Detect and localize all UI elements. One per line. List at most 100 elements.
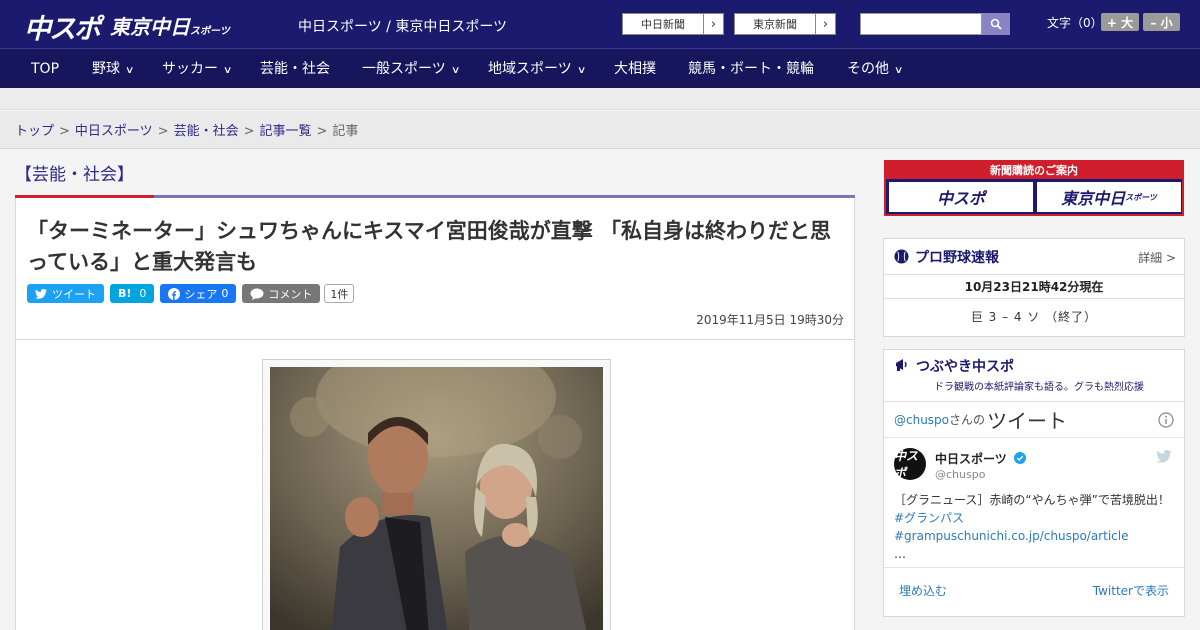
tokyo-subscribe-small-text: スポーツ — [1125, 192, 1157, 202]
baseball-score-panel: プロ野球速報 詳細 > 10月23日21時42分現在 巨 3 – 4 ソ （終了… — [883, 238, 1185, 337]
chevron-right-icon: › — [815, 14, 835, 34]
breadcrumb-separator: > — [316, 124, 328, 139]
view-on-twitter-link[interactable]: Twitterで表示 — [1093, 582, 1169, 599]
twitter-panel-subtitle: ドラ観戦の本紙評論家も語る。グラも熱烈応援 — [934, 382, 1144, 393]
subscription-banner: 新聞購読のご案内 中スポ 東京中日 スポーツ — [884, 160, 1184, 216]
article-header: 「ターミネーター」シュワちゃんにキスマイ宮田俊哉が直撃 「私自身は終わりだと思っ… — [15, 198, 855, 340]
site-names: 中日スポーツ / 東京中日スポーツ — [298, 19, 508, 35]
speech-bubble-icon — [250, 288, 264, 300]
twitter-bird-icon[interactable] — [1156, 450, 1172, 463]
embed-link[interactable]: 埋め込む — [899, 582, 947, 599]
breadcrumb-separator: > — [243, 124, 255, 139]
nav-item-baseball[interactable]: 野球 ∨ — [92, 49, 135, 89]
comment-button[interactable]: コメント — [242, 284, 321, 303]
breadcrumb-link-top[interactable]: トップ — [15, 124, 54, 139]
tweet-avatar[interactable]: 中スポ — [894, 448, 926, 480]
baseball-panel-title: プロ野球速報 — [915, 249, 999, 266]
baseball-detail-link[interactable]: 詳細 > — [1138, 249, 1176, 266]
nav-item-top[interactable]: TOP — [31, 49, 59, 89]
tweet-button[interactable]: ツイート — [27, 284, 104, 303]
hatena-bookmark-button[interactable]: B! 0 — [110, 284, 155, 303]
baseball-score[interactable]: 巨 3 – 4 ソ （終了） — [884, 299, 1184, 335]
article-body — [15, 340, 855, 630]
nav-item-local-sports[interactable]: 地域スポーツ ∨ — [488, 49, 587, 89]
twitter-panel-title: つぶやき中スポ — [916, 359, 1014, 375]
tokyo-shimbun-link[interactable]: 東京新聞 › — [734, 13, 836, 35]
tweet-more: … — [894, 547, 906, 561]
breadcrumb-link-entertainment[interactable]: 芸能・社会 — [174, 124, 239, 139]
facebook-icon — [168, 287, 181, 300]
search-box — [860, 13, 1010, 35]
breadcrumb-separator: > — [59, 124, 70, 139]
nav-label: TOP — [31, 61, 60, 77]
chunichi-shimbun-link[interactable]: 中日新聞 › — [622, 13, 724, 35]
info-icon[interactable] — [1158, 412, 1174, 428]
chevron-down-icon: ∨ — [450, 65, 461, 76]
nav-item-soccer[interactable]: サッカー ∨ — [162, 49, 233, 89]
nav-item-sumo[interactable]: 大相撲 — [614, 49, 656, 89]
search-input[interactable] — [860, 13, 982, 35]
article-photo-frame — [262, 359, 611, 630]
breadcrumb-separator: > — [157, 124, 169, 139]
verified-badge-icon — [1013, 452, 1026, 464]
nav-label: 競馬・ボート・競輪 — [688, 61, 814, 77]
twitter-panel: つぶやき中スポ ドラ観戦の本紙評論家も語る。グラも熱烈応援 @chuspo さん… — [883, 349, 1185, 617]
chevron-right-icon: › — [703, 14, 723, 34]
font-decrease-button[interactable]: – 小 — [1143, 13, 1180, 31]
twitter-panel-header: つぶやき中スポ ドラ観戦の本紙評論家も語る。グラも熱烈応援 — [884, 350, 1184, 402]
nav-item-keiba[interactable]: 競馬・ボート・競輪 — [688, 49, 814, 89]
twitter-handle-link[interactable]: @chuspo — [894, 413, 949, 427]
twitter-timeline-header: @chuspo さんの ツイート — [884, 402, 1184, 438]
tweet-card[interactable]: 中スポ 中日スポーツ @chuspo ［グラニュース］赤崎の“やんちゃ弾”で苦境… — [884, 438, 1184, 568]
nav-item-entertainment[interactable]: 芸能・社会 — [260, 49, 330, 89]
breadcrumb-link-chunichi-sports[interactable]: 中日スポーツ — [75, 124, 153, 139]
share-buttons: ツイート B! 0 シェア 0 コメント 1件 — [27, 284, 355, 303]
baseball-panel-header: プロ野球速報 詳細 > — [884, 239, 1184, 275]
chuspo-logo[interactable]: 中スポ — [24, 7, 101, 46]
facebook-count: 0 — [221, 287, 229, 300]
tweet-url-link[interactable]: #grampuschunichi.co.jp/chuspo/article — [894, 529, 1128, 543]
chevron-down-icon: ∨ — [124, 65, 135, 76]
nav-item-general-sports[interactable]: 一般スポーツ ∨ — [362, 49, 461, 89]
tokyo-chunichi-subscribe-button[interactable]: 東京中日 スポーツ — [1037, 182, 1181, 212]
article-headline: 「ターミネーター」シュワちゃんにキスマイ宮田俊哉が直撃 「私自身は終わりだと思っ… — [27, 219, 832, 274]
chunichi-shimbun-label: 中日新聞 — [641, 18, 685, 31]
megaphone-icon — [896, 359, 907, 371]
nav-item-others[interactable]: その他 ∨ — [847, 49, 904, 89]
font-increase-button[interactable]: + 大 — [1101, 13, 1139, 31]
article-date: 2019年11月5日 19時30分 — [696, 313, 844, 327]
nav-label: 一般スポーツ — [362, 61, 446, 77]
hatena-label: B! — [118, 287, 132, 300]
facebook-label: シェア — [184, 287, 218, 301]
twitter-panel-footer: 埋め込む Twitterで表示 — [884, 568, 1184, 613]
breadcrumb-link-article-list[interactable]: 記事一覧 — [260, 124, 312, 139]
tweet-author-name[interactable]: 中日スポーツ — [935, 450, 1026, 467]
font-size-label: 文字（0） — [1047, 16, 1103, 30]
search-button[interactable] — [982, 13, 1010, 35]
twitter-san-label: さんの — [949, 413, 986, 427]
main-nav: TOP 野球 ∨ サッカー ∨ 芸能・社会 一般スポーツ ∨ 地域スポーツ ∨ 大相撲 … — [0, 48, 1200, 88]
tokyo-shimbun-label: 東京新聞 — [753, 18, 797, 31]
tokyo-chunichi-logo[interactable]: 東京中日スポーツ — [110, 11, 230, 40]
nav-label: その他 — [847, 61, 889, 77]
search-icon — [990, 18, 1002, 30]
tokyo-logo-text: 東京中日 — [110, 17, 190, 39]
twitter-tweets-label: ツイート — [987, 409, 1068, 433]
comment-count[interactable]: 1件 — [324, 284, 355, 303]
nav-label: 芸能・社会 — [260, 61, 330, 77]
chuspo-subscribe-button[interactable]: 中スポ — [889, 182, 1033, 212]
comment-label: コメント — [268, 287, 313, 301]
chevron-down-icon: ∨ — [222, 65, 233, 76]
chevron-down-icon: ∨ — [893, 65, 904, 76]
tweet-author-handle[interactable]: @chuspo — [935, 468, 985, 481]
nav-label: 野球 — [92, 61, 120, 77]
chevron-down-icon: ∨ — [576, 65, 587, 76]
tweet-hashtag-link[interactable]: #グランパス — [894, 511, 964, 525]
breadcrumb-current: 記事 — [332, 124, 359, 139]
article-photo[interactable] — [270, 367, 603, 630]
breadcrumb: トップ > 中日スポーツ > 芸能・社会 > 記事一覧 > 記事 — [0, 111, 1200, 149]
facebook-share-button[interactable]: シェア 0 — [160, 284, 237, 303]
twitter-bird-icon — [35, 288, 47, 299]
nav-label: 大相撲 — [614, 61, 656, 77]
nav-label: サッカー — [162, 61, 218, 77]
